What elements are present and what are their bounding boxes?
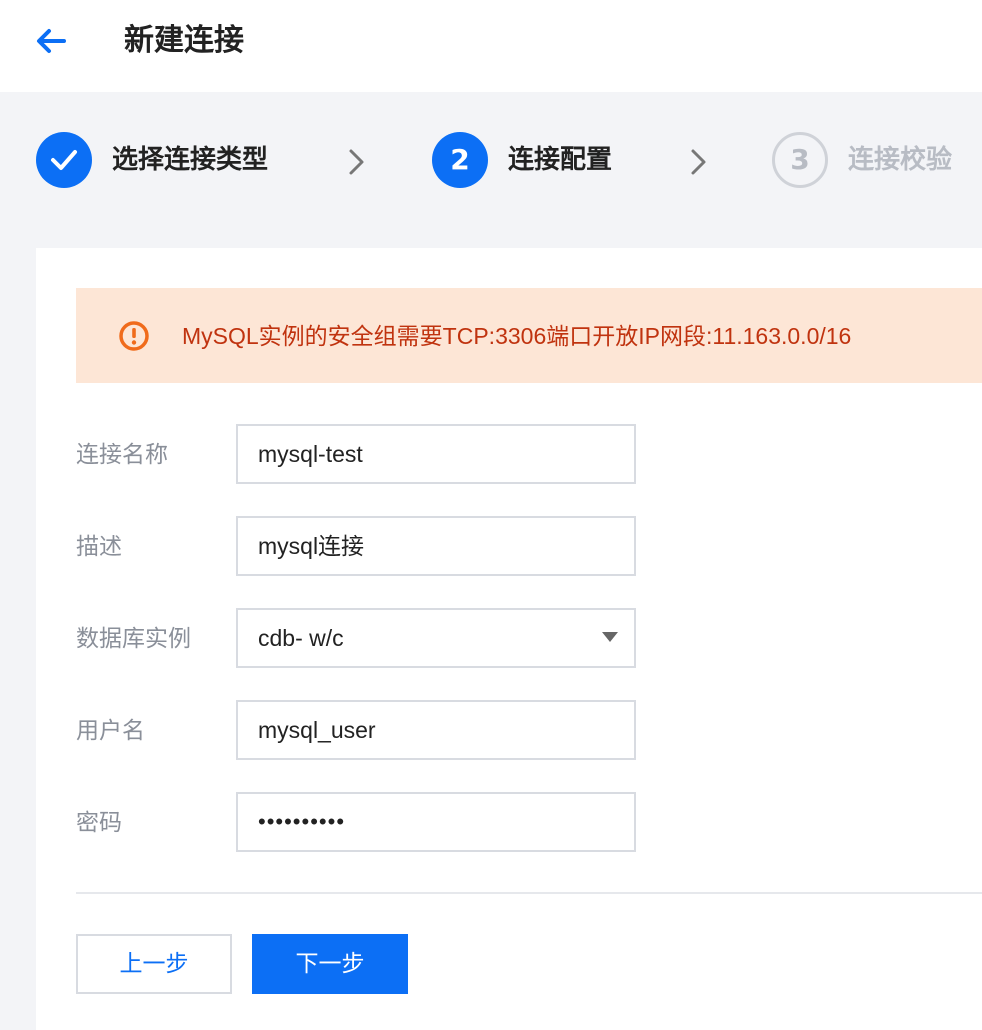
step-2-number: 2 [450,143,470,176]
db-instance-label: 数据库实例 [76,626,191,652]
previous-step-button[interactable]: 上一步 [76,934,232,994]
alert-message: MySQL实例的安全组需要TCP:3306端口开放IP网段:11.163.0.0… [182,323,852,349]
description-input[interactable]: mysql连接 [236,516,636,576]
username-label: 用户名 [76,718,145,744]
check-icon [51,150,77,170]
top-bar: 新建连接 [0,0,982,92]
step-3-number: 3 [790,143,810,176]
step-1-label: 选择连接类型 [112,145,269,175]
next-step-button[interactable]: 下一步 [252,934,408,994]
security-group-alert: MySQL实例的安全组需要TCP:3306端口开放IP网段:11.163.0.0… [76,288,982,383]
caret-down-icon [602,632,618,642]
db-instance-select[interactable]: cdb- w/c [236,608,636,668]
back-button[interactable] [34,24,68,58]
connection-name-label: 连接名称 [76,442,168,468]
chevron-right-icon [691,149,706,175]
password-input[interactable]: •••••••••• [236,792,636,852]
page-title: 新建连接 [124,23,244,58]
step-3-indicator: 3 [772,132,828,188]
step-2-indicator: 2 [432,132,488,188]
config-card: MySQL实例的安全组需要TCP:3306端口开放IP网段:11.163.0.0… [36,248,982,1030]
warning-icon [119,321,149,351]
username-input[interactable]: mysql_user [236,700,636,760]
connection-name-input[interactable]: mysql-test [236,424,636,484]
password-label: 密码 [76,810,122,836]
db-instance-value: cdb- w/c [258,625,344,651]
form-divider [76,892,982,894]
description-label: 描述 [76,534,122,560]
step-2-label: 连接配置 [508,145,613,175]
arrow-left-icon [37,29,66,53]
step-3-label: 连接校验 [848,145,953,175]
stepper: 选择连接类型 2 连接配置 3 连接校验 [0,92,982,248]
chevron-right-icon [349,149,364,175]
step-1-done-indicator [36,132,92,188]
